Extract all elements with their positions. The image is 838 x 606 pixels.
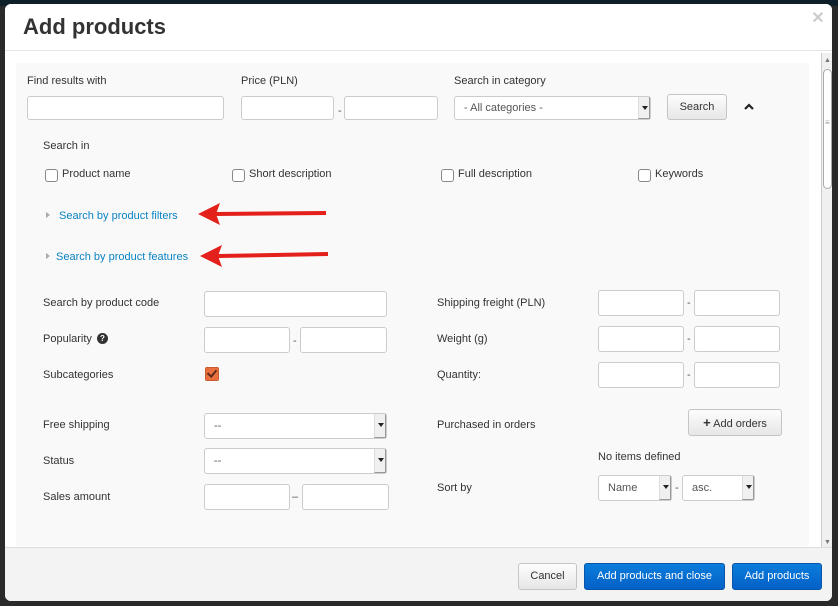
dropdown-arrow-icon	[374, 449, 386, 473]
sort-separator: -	[675, 482, 679, 494]
no-items-defined-text: No items defined	[598, 451, 681, 463]
popularity-from-input[interactable]	[204, 327, 290, 353]
dropdown-arrow-icon	[374, 414, 386, 438]
product-code-input[interactable]	[204, 291, 387, 317]
dropdown-arrow-icon	[638, 97, 650, 119]
modal-title: Add products	[23, 14, 166, 39]
sort-field-value: Name	[608, 482, 638, 494]
sales-amount-from-input[interactable]	[204, 484, 290, 510]
purchased-in-orders-label: Purchased in orders	[437, 419, 536, 431]
sort-field-select[interactable]: Name	[598, 475, 672, 501]
annotation-arrow-filters	[198, 203, 327, 225]
price-range-separator: -	[338, 105, 342, 117]
scrollbar[interactable]: ▲ ▼	[821, 53, 832, 551]
sales-amount-to-input[interactable]	[302, 484, 389, 510]
sort-order-value: asc.	[692, 482, 713, 494]
add-products-button[interactable]: Add products	[732, 563, 822, 590]
add-products-dialog: Add products ✕ Find results with Price (…	[5, 4, 832, 601]
full-description-label: Full description	[458, 168, 532, 180]
annotation-arrow-features	[200, 245, 329, 267]
search-by-product-features-link[interactable]: Search by product features	[56, 251, 188, 263]
free-shipping-select[interactable]: --	[204, 413, 387, 439]
sort-order-select[interactable]: asc.	[682, 475, 755, 501]
full-description-checkbox[interactable]	[441, 169, 454, 182]
free-shipping-label: Free shipping	[43, 419, 110, 431]
modal-header: Add products ✕	[5, 4, 832, 51]
popularity-range-separator: -	[293, 335, 297, 347]
quantity-to-input[interactable]	[694, 362, 780, 388]
popularity-to-input[interactable]	[300, 327, 387, 353]
shipping-freight-separator: -	[687, 297, 691, 309]
subcategories-label: Subcategories	[43, 369, 114, 381]
add-orders-button[interactable]: + Add orders	[688, 409, 782, 436]
product-code-label: Search by product code	[43, 297, 160, 309]
scroll-up-icon[interactable]: ▲	[823, 55, 832, 67]
add-products-and-close-button[interactable]: Add products and close	[584, 563, 725, 590]
shipping-freight-to-input[interactable]	[694, 290, 780, 316]
find-results-input[interactable]	[27, 96, 224, 120]
product-name-checkbox[interactable]	[45, 169, 58, 182]
shipping-freight-from-input[interactable]	[598, 290, 684, 316]
modal-footer: Cancel Add products and close Add produc…	[5, 547, 832, 601]
search-by-product-filters-link[interactable]: Search by product filters	[59, 210, 178, 222]
free-shipping-value: --	[214, 420, 222, 432]
status-select[interactable]: --	[204, 448, 387, 474]
search-panel: Find results with Price (PLN) - Search i…	[16, 63, 809, 546]
question-circle-icon[interactable]: ?	[97, 333, 108, 344]
price-label: Price (PLN)	[241, 75, 298, 87]
quantity-separator: -	[687, 369, 691, 381]
chevron-up-icon[interactable]	[744, 103, 754, 111]
product-name-label: Product name	[62, 168, 131, 180]
price-to-input[interactable]	[344, 96, 438, 120]
dropdown-arrow-icon	[659, 476, 671, 500]
keywords-checkbox[interactable]	[638, 169, 651, 182]
price-from-input[interactable]	[241, 96, 334, 120]
cancel-button[interactable]: Cancel	[518, 563, 577, 590]
search-button[interactable]: Search	[667, 94, 727, 120]
expand-triangle-icon[interactable]	[46, 212, 50, 218]
weight-from-input[interactable]	[598, 326, 684, 352]
expand-triangle-icon[interactable]	[46, 253, 50, 259]
weight-label: Weight (g)	[437, 333, 488, 345]
quantity-from-input[interactable]	[598, 362, 684, 388]
shipping-freight-label: Shipping freight (PLN)	[437, 297, 546, 309]
sales-amount-separator: –	[292, 491, 299, 503]
sales-amount-label: Sales amount	[43, 491, 111, 503]
short-description-label: Short description	[249, 168, 332, 180]
weight-to-input[interactable]	[694, 326, 780, 352]
scroll-thumb[interactable]	[823, 69, 832, 189]
modal-body: Find results with Price (PLN) - Search i…	[5, 51, 820, 546]
short-description-checkbox[interactable]	[232, 169, 245, 182]
quantity-label: Quantity:	[437, 369, 482, 381]
search-category-label: Search in category	[454, 75, 546, 87]
keywords-label: Keywords	[655, 168, 704, 180]
category-select-value: - All categories -	[464, 102, 543, 114]
find-results-label: Find results with	[27, 75, 107, 87]
subcategories-checkbox[interactable]	[205, 367, 219, 381]
dropdown-arrow-icon	[742, 476, 754, 500]
plus-icon: +	[703, 415, 711, 430]
close-icon[interactable]: ✕	[811, 11, 825, 27]
status-value: --	[214, 455, 222, 467]
sort-by-label: Sort by	[437, 482, 472, 494]
weight-separator: -	[687, 333, 691, 345]
category-select[interactable]: - All categories -	[454, 96, 651, 120]
status-label: Status	[43, 455, 75, 467]
search-in-label: Search in	[43, 140, 90, 152]
popularity-label: Popularity	[43, 333, 92, 345]
